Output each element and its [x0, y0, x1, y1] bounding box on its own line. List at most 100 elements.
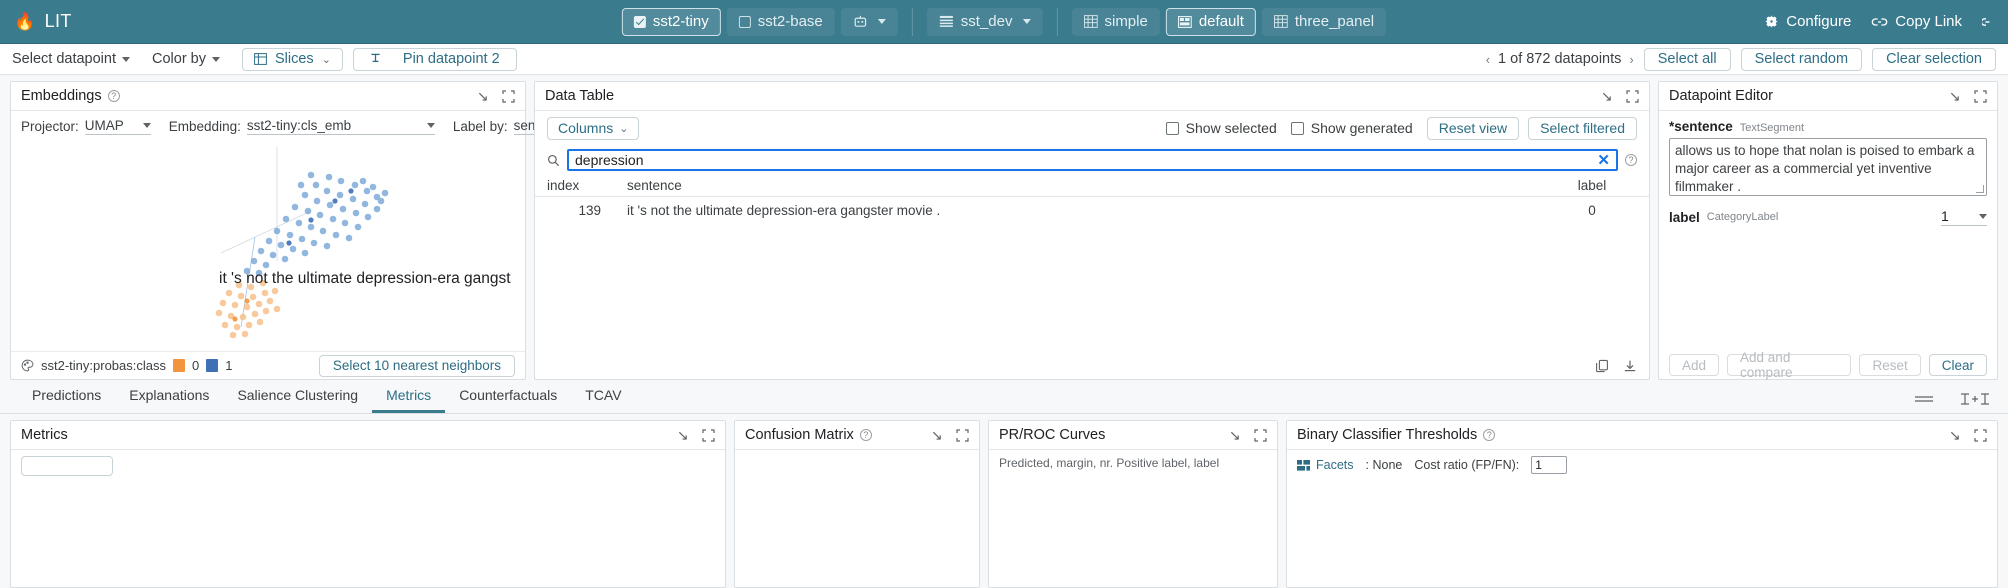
model-config-button[interactable]: [841, 8, 898, 36]
fullscreen-icon[interactable]: [1626, 90, 1639, 103]
help-icon[interactable]: ?: [108, 90, 120, 102]
clear-selection-button[interactable]: Clear selection: [1872, 48, 1996, 71]
column-header-index[interactable]: index: [547, 178, 609, 193]
download-icon[interactable]: [1623, 359, 1637, 373]
tab-salience-clustering[interactable]: Salience Clustering: [223, 380, 372, 413]
show-selected-label: Show selected: [1186, 120, 1277, 136]
models-group: sst2-tiny sst2-base: [622, 8, 898, 36]
help-icon[interactable]: ?: [860, 429, 872, 441]
columns-button[interactable]: Columns ⌄: [547, 117, 639, 140]
tab-tcav[interactable]: TCAV: [571, 380, 635, 413]
minimize-icon[interactable]: ↙: [1949, 427, 1961, 444]
select-filtered-button[interactable]: Select filtered: [1528, 117, 1637, 140]
select-datapoint-dropdown[interactable]: Select datapoint: [12, 51, 130, 67]
dataset-selector[interactable]: sst_dev: [927, 8, 1043, 36]
fullscreen-icon[interactable]: [502, 90, 515, 103]
minimize-icon[interactable]: ↙: [477, 88, 489, 105]
cost-ratio-input[interactable]: 1: [1531, 456, 1567, 474]
slices-button[interactable]: Slices ⌄: [242, 48, 343, 71]
close-icon[interactable]: ✕: [1597, 151, 1610, 169]
label-select[interactable]: 1: [1941, 208, 1987, 226]
chevron-right-icon[interactable]: ›: [1629, 52, 1633, 67]
fullscreen-icon[interactable]: [1974, 90, 1987, 103]
select-all-button[interactable]: Select all: [1644, 48, 1731, 71]
checkbox-checked-icon[interactable]: [634, 16, 646, 28]
add-and-compare-button[interactable]: Add and compare: [1727, 354, 1851, 376]
layout-chip-simple[interactable]: simple: [1071, 8, 1159, 36]
bottom-tab-strip: Predictions Explanations Salience Cluste…: [0, 380, 2008, 414]
embedding-select[interactable]: sst2-tiny:cls_emb: [247, 118, 435, 135]
chevron-down-icon: [143, 123, 151, 128]
projector-select[interactable]: UMAP: [85, 118, 151, 135]
layout-chip-default[interactable]: default: [1166, 8, 1256, 36]
minimize-icon[interactable]: ↙: [677, 427, 689, 444]
facets-label: Facets: [1316, 458, 1354, 472]
show-generated-checkbox[interactable]: Show generated: [1291, 120, 1413, 136]
embeddings-scatter-canvas[interactable]: it 's not the ultimate depression-era ga…: [11, 141, 525, 351]
minimize-icon[interactable]: ↙: [1229, 427, 1241, 444]
tab-label: TCAV: [585, 387, 621, 403]
metrics-body: [11, 450, 725, 587]
help-icon[interactable]: ?: [1625, 154, 1637, 166]
add-button[interactable]: Add: [1669, 354, 1719, 376]
chevron-down-icon: [1979, 214, 1987, 219]
checkbox-unchecked-icon[interactable]: [1166, 122, 1179, 135]
help-icon[interactable]: ?: [1483, 429, 1495, 441]
configure-button[interactable]: Configure: [1764, 13, 1851, 30]
layout-label: default: [1199, 13, 1244, 30]
copy-link-button[interactable]: Copy Link: [1871, 13, 1962, 30]
thresholds-header: Binary Classifier Thresholds ? ↙: [1287, 421, 1997, 450]
tab-explanations[interactable]: Explanations: [115, 380, 223, 413]
checkbox-unchecked-icon[interactable]: [739, 16, 751, 28]
expand-rows-icon[interactable]: [1960, 392, 1990, 406]
layout-chip-three-panel[interactable]: three_panel: [1262, 8, 1386, 36]
projector-control[interactable]: Projector: UMAP: [21, 118, 151, 135]
slices-icon: [254, 53, 267, 65]
fullscreen-icon[interactable]: [956, 429, 969, 442]
reset-label: Reset: [1872, 358, 1907, 373]
field-name: *sentence: [1669, 119, 1733, 134]
fullscreen-icon[interactable]: [702, 429, 715, 442]
chevron-down-icon: ⌄: [322, 53, 331, 66]
column-header-sentence[interactable]: sentence: [609, 178, 1547, 193]
brand-name: LIT: [45, 11, 72, 32]
model-chip-sst2-base[interactable]: sst2-base: [727, 8, 835, 36]
chevron-down-icon[interactable]: [878, 19, 886, 24]
overflow-action[interactable]: [1982, 16, 1992, 28]
layouts-group: simple default: [1056, 8, 1386, 36]
show-selected-checkbox[interactable]: Show selected: [1166, 120, 1277, 136]
chevron-down-icon[interactable]: [1022, 19, 1030, 24]
checkbox-unchecked-icon[interactable]: [1291, 122, 1304, 135]
pin-datapoint-label: Pin datapoint 2: [403, 51, 500, 67]
chevron-left-icon[interactable]: ‹: [1486, 52, 1490, 67]
pin-datapoint-button[interactable]: Pin datapoint 2: [353, 48, 517, 71]
model-chip-sst2-tiny[interactable]: sst2-tiny: [622, 8, 721, 36]
fullscreen-icon[interactable]: [1974, 429, 1987, 442]
select-random-button[interactable]: Select random: [1741, 48, 1863, 71]
metrics-facet-button[interactable]: [21, 456, 113, 476]
module-title: Confusion Matrix ?: [745, 427, 872, 443]
sentence-textarea[interactable]: allows us to hope that nolan is poised t…: [1669, 138, 1987, 196]
minimize-icon[interactable]: ↙: [931, 427, 943, 444]
minimize-icon[interactable]: ↙: [1949, 88, 1961, 105]
facets-button[interactable]: Facets: [1297, 458, 1354, 472]
link-icon-partial: [1982, 16, 1992, 28]
table-row[interactable]: 139 it 's not the ultimate depression-er…: [535, 197, 1649, 223]
projector-label: Projector:: [21, 119, 79, 134]
tab-predictions[interactable]: Predictions: [18, 380, 115, 413]
embedding-control[interactable]: Embedding: sst2-tiny:cls_emb: [169, 118, 435, 135]
color-by-dropdown[interactable]: Color by: [152, 51, 220, 67]
collapse-icon[interactable]: [1914, 394, 1934, 404]
fullscreen-icon[interactable]: [1254, 429, 1267, 442]
tab-metrics[interactable]: Metrics: [372, 380, 445, 413]
reset-button[interactable]: Reset: [1859, 354, 1920, 376]
select-nearest-neighbors-button[interactable]: Select 10 nearest neighbors: [319, 355, 515, 377]
reset-view-button[interactable]: Reset view: [1427, 117, 1519, 140]
clear-button[interactable]: Clear: [1929, 354, 1987, 376]
search-input[interactable]: depression ✕: [567, 149, 1618, 171]
copy-icon[interactable]: [1595, 359, 1609, 373]
minimize-icon[interactable]: ↙: [1601, 88, 1613, 105]
column-header-label[interactable]: label: [1547, 178, 1637, 193]
table-header-row: index sentence label: [535, 175, 1649, 197]
tab-counterfactuals[interactable]: Counterfactuals: [445, 380, 571, 413]
